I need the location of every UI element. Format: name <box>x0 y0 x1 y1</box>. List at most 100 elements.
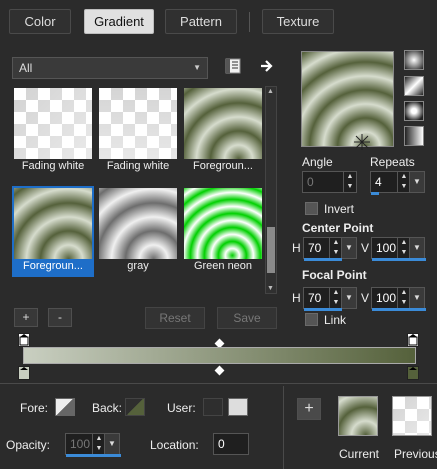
center-h-input[interactable]: 70 ▲ ▼ ▼ <box>303 237 357 261</box>
repeats-input[interactable]: 4 ▲ ▼ ▼ <box>370 171 425 195</box>
gradient-thumb-foreground-2[interactable]: Foregroun... <box>12 186 94 277</box>
previous-label: Previous <box>394 447 437 461</box>
gradient-thumb-foreground-1[interactable]: Foregroun... <box>182 86 264 177</box>
focal-v-slider[interactable] <box>372 308 426 311</box>
gradient-thumb-fading-white-1[interactable]: Fading white <box>12 86 94 177</box>
back-label: Back: <box>92 401 123 415</box>
radial-style-icon[interactable] <box>404 126 424 146</box>
focal-point-label: Focal Point <box>302 268 367 282</box>
reset-button[interactable]: Reset <box>145 307 205 329</box>
gradient-preview <box>184 188 262 259</box>
center-point-label: Center Point <box>302 221 374 235</box>
gradient-thumb-gray[interactable]: gray <box>97 186 179 277</box>
divider <box>283 386 284 469</box>
angle-input[interactable]: 0 ▲ ▼ <box>302 171 357 193</box>
chevron-down-icon[interactable]: ▼ <box>104 434 119 454</box>
color-stop-end[interactable] <box>407 366 419 380</box>
focal-h-label: H <box>292 291 301 305</box>
focal-h-slider[interactable] <box>304 308 342 311</box>
tab-separator <box>249 12 250 32</box>
chevron-down-icon[interactable]: ▼ <box>409 288 424 308</box>
link-label: Link <box>324 313 347 327</box>
invert-checkbox[interactable] <box>305 202 318 215</box>
chevron-down-icon: ▼ <box>193 63 201 72</box>
location-input[interactable]: 0 <box>213 433 249 455</box>
add-gradient-button[interactable]: + <box>14 308 38 327</box>
chevron-down-icon[interactable]: ▼ <box>409 238 424 258</box>
add-to-swatches-button[interactable]: + <box>297 398 321 420</box>
chevron-down-icon[interactable]: ▼ <box>409 172 424 192</box>
focal-v-value: 100 <box>376 291 397 305</box>
current-gradient-preview[interactable] <box>338 396 378 436</box>
gradient-preview <box>99 88 177 159</box>
center-v-input[interactable]: 100 ▲ ▼ ▼ <box>371 237 426 261</box>
invert-label: Invert <box>324 202 355 216</box>
arrow-right-icon[interactable] <box>259 58 275 74</box>
sunburst-style-icon[interactable] <box>404 101 424 121</box>
location-value: 0 <box>218 437 225 451</box>
gradient-thumb-label: Fading white <box>106 160 170 172</box>
remove-gradient-button[interactable]: - <box>48 308 72 327</box>
center-v-slider[interactable] <box>372 258 426 261</box>
scroll-down-icon[interactable]: ▼ <box>267 285 274 292</box>
center-v-value: 100 <box>376 241 397 255</box>
save-button[interactable]: Save <box>217 307 277 329</box>
opacity-stop-end[interactable] <box>407 333 419 347</box>
crosshair-icon <box>354 134 370 150</box>
scrollbar-thumb[interactable] <box>267 227 275 273</box>
gradient-thumb-label: Green neon <box>193 260 253 272</box>
user-swatch-2[interactable] <box>228 398 248 416</box>
angle-value: 0 <box>307 175 314 189</box>
location-label: Location: <box>150 438 199 452</box>
spin-arrows-icon[interactable]: ▲ ▼ <box>343 172 356 192</box>
focal-v-input[interactable]: 100 ▲ ▼ ▼ <box>371 287 426 311</box>
repeats-value: 4 <box>375 175 382 189</box>
center-h-value: 70 <box>308 241 322 255</box>
back-swatch[interactable] <box>125 398 145 416</box>
gradient-bar[interactable] <box>23 347 416 364</box>
tab-color[interactable]: Color <box>9 9 71 34</box>
gradient-thumb-label: Foregroun... <box>193 160 253 172</box>
gradient-thumb-label: Foregroun... <box>23 260 83 272</box>
repeats-slider[interactable] <box>371 192 379 195</box>
fore-swatch[interactable] <box>55 398 75 416</box>
focal-h-value: 70 <box>308 291 322 305</box>
scroll-up-icon[interactable]: ▲ <box>267 88 274 95</box>
tab-gradient[interactable]: Gradient <box>84 9 154 34</box>
gradient-thumb-fading-white-2[interactable]: Fading white <box>97 86 179 177</box>
chevron-down-icon[interactable]: ▼ <box>341 238 356 258</box>
divider <box>0 383 437 384</box>
gradient-thumb-green-neon[interactable]: Green neon <box>182 186 264 277</box>
linear-style-icon[interactable] <box>404 50 424 70</box>
gradient-preview <box>14 88 92 159</box>
center-h-label: H <box>292 241 301 255</box>
tab-pattern[interactable]: Pattern <box>165 9 237 34</box>
center-h-slider[interactable] <box>304 258 342 261</box>
link-checkbox[interactable] <box>305 313 318 326</box>
tab-texture[interactable]: Texture <box>262 9 334 34</box>
focal-h-input[interactable]: 70 ▲ ▼ ▼ <box>303 287 357 311</box>
previous-gradient-preview[interactable] <box>392 396 432 436</box>
focal-v-label: V <box>361 291 370 305</box>
color-stop-start[interactable] <box>18 366 30 380</box>
gradient-preview <box>14 188 92 259</box>
category-dropdown-value: All <box>19 61 33 75</box>
opacity-slider[interactable] <box>66 454 121 457</box>
angle-label: Angle <box>302 155 333 169</box>
gradient-preview <box>99 188 177 259</box>
current-label: Current <box>339 447 380 461</box>
chevron-down-icon[interactable]: ▼ <box>341 288 356 308</box>
fore-label: Fore: <box>20 401 49 415</box>
user-swatch-1[interactable] <box>203 398 223 416</box>
gallery-scrollbar[interactable]: ▲ ▼ <box>265 86 277 294</box>
category-dropdown[interactable]: All ▼ <box>12 57 208 79</box>
gradient-preview-large[interactable] <box>301 51 394 150</box>
gradient-thumb-label: gray <box>127 260 149 272</box>
user-label: User: <box>167 401 196 415</box>
color-midpoint-marker[interactable] <box>214 365 225 376</box>
opacity-input[interactable]: 100 ▲ ▼ ▼ <box>65 433 121 457</box>
list-view-icon[interactable] <box>225 58 241 74</box>
rectangular-style-icon[interactable] <box>404 76 424 96</box>
opacity-stop-start[interactable] <box>18 333 30 347</box>
gradient-thumb-label: Fading white <box>21 160 85 172</box>
